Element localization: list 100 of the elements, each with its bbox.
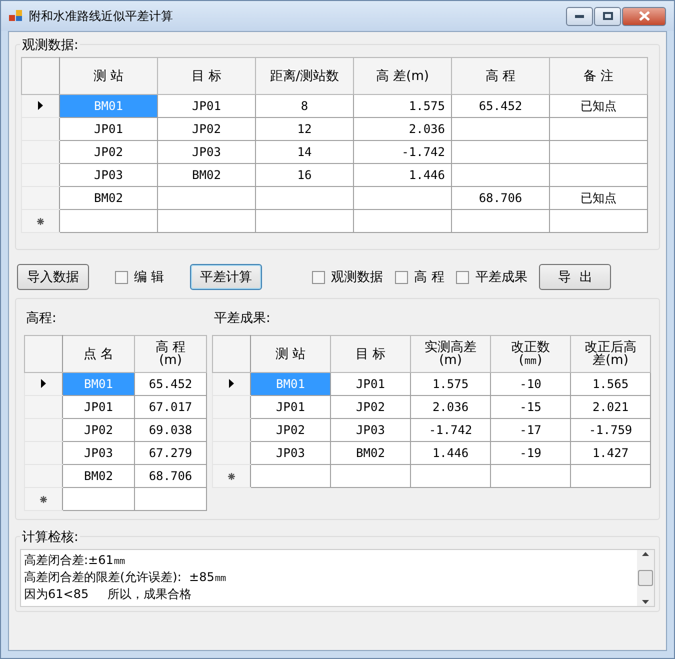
action-button[interactable]: 导入数据 — [17, 264, 89, 290]
table-cell[interactable]: 1.446 — [410, 442, 490, 464]
table-cell[interactable] — [452, 164, 550, 186]
table-cell[interactable]: -1.742 — [354, 140, 452, 164]
action-button[interactable]: 导 出 — [539, 264, 612, 290]
table-cell[interactable]: JP02 — [158, 118, 256, 140]
column-header[interactable]: 改正数(㎜) — [490, 336, 570, 372]
table-cell[interactable]: 1.575 — [410, 372, 490, 396]
scrollbar[interactable] — [637, 550, 654, 606]
table-cell[interactable]: 68.706 — [452, 186, 550, 210]
row-header[interactable] — [24, 372, 62, 396]
table-cell[interactable]: JP03 — [60, 164, 158, 186]
column-header[interactable]: 备 注 — [550, 58, 648, 94]
column-header[interactable]: 目 标 — [330, 336, 410, 372]
table-cell[interactable]: 67.279 — [134, 442, 206, 464]
table-cell[interactable]: 65.452 — [134, 372, 206, 396]
table-cell[interactable]: 14 — [256, 140, 354, 164]
table-cell[interactable] — [354, 186, 452, 210]
table-cell[interactable]: 1.446 — [354, 164, 452, 186]
row-header[interactable] — [212, 372, 250, 396]
table-cell[interactable]: JP01 — [158, 94, 256, 118]
table-cell[interactable] — [452, 118, 550, 140]
close-button[interactable] — [622, 6, 666, 26]
table-cell[interactable] — [570, 464, 650, 488]
column-header[interactable]: 测 站 — [250, 336, 330, 372]
column-header[interactable]: 点 名 — [62, 336, 134, 372]
result-text-area[interactable]: 高差闭合差:±61㎜ 高差闭合差的限差(允许误差): ±85㎜ 因为61<85 所以，成果合格 — [20, 549, 655, 607]
table-cell[interactable] — [490, 464, 570, 488]
table-cell[interactable]: 12 — [256, 118, 354, 140]
table-cell[interactable]: 67.017 — [134, 396, 206, 418]
table-cell[interactable]: -1.759 — [570, 418, 650, 442]
table-cell[interactable]: 65.452 — [452, 94, 550, 118]
checkbox-box[interactable] — [395, 270, 408, 284]
table-cell[interactable]: JP01 — [330, 372, 410, 396]
scroll-thumb[interactable] — [638, 570, 653, 586]
table-cell[interactable]: JP01 — [62, 396, 134, 418]
table-cell[interactable]: 16 — [256, 164, 354, 186]
table-cell[interactable] — [330, 464, 410, 488]
checkbox[interactable]: 平差成果 — [456, 268, 528, 286]
column-header[interactable]: 改正后高差(m) — [570, 336, 650, 372]
table-cell[interactable]: -19 — [490, 442, 570, 464]
table-cell[interactable] — [250, 464, 330, 488]
table-cell[interactable] — [550, 140, 648, 164]
table-cell[interactable]: -10 — [490, 372, 570, 396]
table-cell[interactable]: 1.427 — [570, 442, 650, 464]
table-cell[interactable]: JP01 — [250, 396, 330, 418]
table-cell[interactable]: 已知点 — [550, 186, 648, 210]
action-button[interactable]: 平差计算 — [190, 264, 262, 290]
table-cell[interactable] — [550, 164, 648, 186]
table-cell[interactable] — [134, 488, 206, 510]
table-cell[interactable]: 68.706 — [134, 464, 206, 488]
table-cell[interactable]: BM02 — [60, 186, 158, 210]
table-cell[interactable] — [354, 210, 452, 232]
table-cell[interactable]: -1.742 — [410, 418, 490, 442]
scroll-down-icon[interactable] — [642, 600, 649, 604]
maximize-button[interactable] — [594, 6, 621, 26]
row-header[interactable] — [22, 210, 60, 232]
table-cell[interactable] — [256, 186, 354, 210]
table-cell[interactable] — [158, 210, 256, 232]
table-cell[interactable]: JP02 — [250, 418, 330, 442]
table-cell[interactable]: BM02 — [62, 464, 134, 488]
table-cell[interactable]: 2.021 — [570, 396, 650, 418]
column-header[interactable]: 高 差(m) — [354, 58, 452, 94]
table-cell[interactable]: 1.575 — [354, 94, 452, 118]
table-cell[interactable] — [452, 210, 550, 232]
table-cell[interactable] — [256, 210, 354, 232]
table-cell[interactable]: JP03 — [330, 418, 410, 442]
table-cell[interactable]: 2.036 — [410, 396, 490, 418]
table-cell[interactable] — [62, 488, 134, 510]
column-header[interactable]: 高 程(m) — [134, 336, 206, 372]
checkbox[interactable]: 观测数据 — [312, 268, 384, 286]
table-cell[interactable]: 2.036 — [354, 118, 452, 140]
scroll-up-icon[interactable] — [642, 552, 649, 556]
table-cell[interactable] — [452, 140, 550, 164]
table-cell[interactable]: -17 — [490, 418, 570, 442]
table-cell[interactable]: BM02 — [330, 442, 410, 464]
row-header[interactable] — [24, 488, 62, 510]
row-header[interactable] — [212, 464, 250, 488]
table-cell[interactable]: BM02 — [158, 164, 256, 186]
table-cell[interactable] — [60, 210, 158, 232]
table-cell[interactable]: JP02 — [330, 396, 410, 418]
table-cell[interactable] — [410, 464, 490, 488]
checkbox[interactable]: 编 辑 — [115, 268, 164, 286]
table-cell[interactable] — [158, 186, 256, 210]
column-header[interactable]: 目 标 — [158, 58, 256, 94]
table-cell[interactable]: 69.038 — [134, 418, 206, 442]
table-cell[interactable] — [550, 118, 648, 140]
table-cell[interactable]: 8 — [256, 94, 354, 118]
table-cell[interactable]: 1.565 — [570, 372, 650, 396]
table-cell[interactable]: JP02 — [60, 140, 158, 164]
minimize-button[interactable] — [566, 6, 593, 26]
table-cell[interactable] — [550, 210, 648, 232]
table-cell[interactable]: JP03 — [62, 442, 134, 464]
checkbox-box[interactable] — [312, 270, 326, 284]
column-header[interactable]: 距离/测站数 — [256, 58, 354, 94]
column-header[interactable]: 高 程 — [452, 58, 550, 94]
table-cell[interactable]: -15 — [490, 396, 570, 418]
checkbox[interactable]: 高 程 — [395, 268, 444, 286]
checkbox-box[interactable] — [456, 270, 470, 284]
row-header[interactable] — [22, 94, 60, 118]
